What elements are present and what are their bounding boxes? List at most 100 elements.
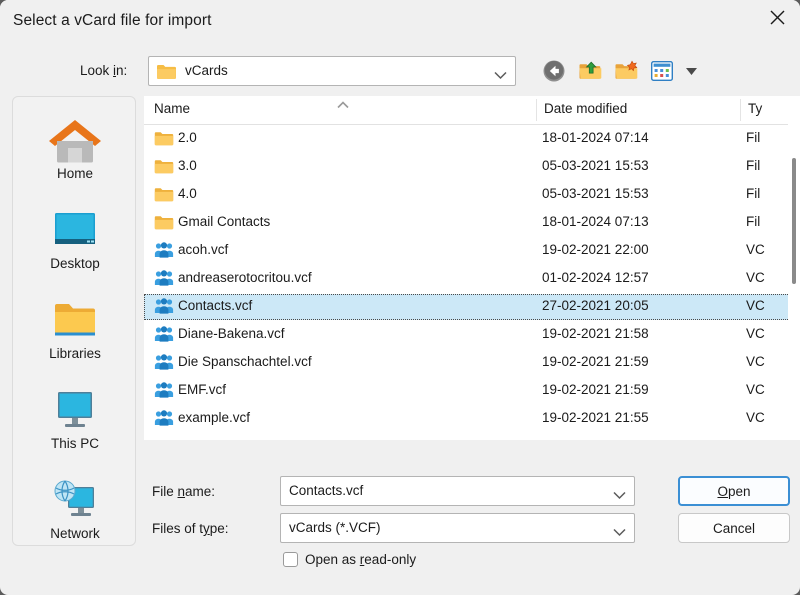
desktop-icon bbox=[13, 201, 137, 253]
file-name-value: Contacts.vcf bbox=[289, 483, 364, 498]
open-button[interactable]: Open bbox=[678, 476, 790, 506]
file-type: VC bbox=[746, 298, 765, 313]
file-type: Fil bbox=[746, 186, 761, 201]
file-date: 18-01-2024 07:13 bbox=[542, 214, 649, 229]
place-label: Network bbox=[50, 526, 100, 541]
file-list[interactable]: Name Date modified Ty 2.0 18-01-2024 07:… bbox=[144, 96, 800, 440]
file-name: 2.0 bbox=[178, 130, 197, 145]
file-name: EMF.vcf bbox=[178, 382, 227, 397]
file-date: 27-02-2021 20:05 bbox=[542, 298, 649, 313]
table-row[interactable]: 4.0 05-03-2021 15:53 Fil bbox=[144, 182, 800, 208]
chevron-down-icon[interactable] bbox=[613, 487, 626, 505]
folder-icon bbox=[154, 130, 174, 148]
new-folder-button[interactable] bbox=[612, 57, 640, 85]
place-label: Libraries bbox=[49, 346, 101, 361]
file-name: Gmail Contacts bbox=[178, 214, 271, 229]
file-name: 4.0 bbox=[178, 186, 197, 201]
table-row[interactable]: acoh.vcf 19-02-2021 22:00 VC bbox=[144, 238, 800, 264]
file-date: 19-02-2021 22:00 bbox=[542, 242, 649, 257]
toolbar bbox=[540, 57, 698, 85]
checkbox-label: Open as read-only bbox=[305, 552, 417, 567]
file-name-label: File name: bbox=[152, 484, 216, 499]
home-icon bbox=[13, 111, 137, 163]
file-type: VC bbox=[746, 270, 765, 285]
back-button[interactable] bbox=[540, 57, 568, 85]
table-row[interactable]: Gmail Contacts 18-01-2024 07:13 Fil bbox=[144, 210, 800, 236]
up-one-level-button[interactable] bbox=[576, 57, 604, 85]
vcard-contact-icon bbox=[154, 326, 174, 344]
table-row[interactable]: Diane-Bakena.vcf 19-02-2021 21:58 VC bbox=[144, 322, 800, 348]
vertical-scrollbar[interactable] bbox=[788, 124, 800, 440]
chevron-down-icon[interactable] bbox=[494, 67, 507, 85]
column-divider[interactable] bbox=[740, 99, 741, 121]
vcard-contact-icon bbox=[154, 382, 174, 400]
files-of-type-select[interactable]: vCards (*.VCF) bbox=[280, 513, 635, 543]
checkbox-box[interactable] bbox=[283, 552, 298, 567]
file-type: VC bbox=[746, 326, 765, 341]
close-icon bbox=[770, 10, 784, 24]
files-of-type-value: vCards (*.VCF) bbox=[289, 520, 381, 535]
table-row[interactable]: EMF.vcf 19-02-2021 21:59 VC bbox=[144, 378, 800, 404]
files-of-type-label: Files of type: bbox=[152, 521, 229, 536]
file-date: 19-02-2021 21:55 bbox=[542, 410, 649, 425]
table-row[interactable]: 3.0 05-03-2021 15:53 Fil bbox=[144, 154, 800, 180]
folder-icon bbox=[154, 214, 174, 232]
network-icon bbox=[13, 471, 137, 523]
place-label: Desktop bbox=[50, 256, 100, 271]
cancel-button[interactable]: Cancel bbox=[678, 513, 790, 543]
place-label: Home bbox=[56, 166, 93, 181]
open-read-only-checkbox[interactable]: Open as read-only bbox=[283, 552, 416, 567]
new-folder-icon bbox=[615, 60, 637, 79]
table-row[interactable]: 2.0 18-01-2024 07:14 Fil bbox=[144, 126, 800, 152]
table-row[interactable]: andreaserotocritou.vcf 01-02-2024 12:57 … bbox=[144, 266, 800, 292]
file-name-input[interactable]: Contacts.vcf bbox=[280, 476, 635, 506]
title-bar: Select a vCard file for import bbox=[0, 0, 800, 44]
place-home[interactable]: Home bbox=[13, 111, 137, 197]
file-name: andreaserotocritou.vcf bbox=[178, 270, 312, 285]
file-type: Fil bbox=[746, 158, 761, 173]
column-header-date-modified[interactable]: Date modified bbox=[544, 101, 627, 116]
views-button[interactable] bbox=[648, 57, 676, 85]
folder-icon bbox=[154, 158, 174, 176]
views-grid-icon bbox=[651, 61, 673, 81]
file-date: 19-02-2021 21:58 bbox=[542, 326, 649, 341]
vcard-contact-icon bbox=[154, 298, 174, 316]
file-name: 3.0 bbox=[178, 158, 197, 173]
column-header-name[interactable]: Name bbox=[154, 101, 190, 116]
column-divider[interactable] bbox=[536, 99, 537, 121]
place-libraries[interactable]: Libraries bbox=[13, 291, 137, 377]
vcard-contact-icon bbox=[154, 242, 174, 260]
folder-icon bbox=[156, 63, 177, 85]
file-list-header: Name Date modified Ty bbox=[144, 96, 800, 125]
file-name: Diane-Bakena.vcf bbox=[178, 326, 285, 341]
column-header-type[interactable]: Ty bbox=[748, 101, 762, 116]
place-this-pc[interactable]: This PC bbox=[13, 381, 137, 467]
file-type: Fil bbox=[746, 130, 761, 145]
file-type: VC bbox=[746, 242, 765, 257]
file-type: VC bbox=[746, 354, 765, 369]
back-arrow-icon bbox=[543, 60, 565, 82]
close-button[interactable] bbox=[754, 0, 800, 34]
views-dropdown-button[interactable] bbox=[684, 57, 698, 85]
places-bar: Home Desktop Libraries This PC Network bbox=[12, 96, 136, 546]
file-date: 01-02-2024 12:57 bbox=[542, 270, 649, 285]
place-desktop[interactable]: Desktop bbox=[13, 201, 137, 287]
scrollbar-thumb[interactable] bbox=[792, 158, 796, 284]
table-row[interactable]: Die Spanschachtel.vcf 19-02-2021 21:59 V… bbox=[144, 350, 800, 376]
look-in-combobox[interactable]: vCards bbox=[148, 56, 516, 86]
place-label: This PC bbox=[50, 436, 99, 451]
file-type: Fil bbox=[746, 214, 761, 229]
cancel-button-label: Cancel bbox=[712, 520, 756, 536]
caret-down-icon bbox=[685, 67, 697, 75]
look-in-label: Look in: bbox=[80, 63, 128, 78]
folder-icon bbox=[154, 186, 174, 204]
table-row-selected[interactable]: Contacts.vcf 27-02-2021 20:05 VC bbox=[144, 294, 800, 320]
chevron-down-icon[interactable] bbox=[613, 524, 626, 542]
file-name: example.vcf bbox=[178, 410, 251, 425]
file-date: 19-02-2021 21:59 bbox=[542, 354, 649, 369]
table-row[interactable]: example.vcf 19-02-2021 21:55 VC bbox=[144, 406, 800, 432]
file-name: acoh.vcf bbox=[178, 242, 229, 257]
file-date: 05-03-2021 15:53 bbox=[542, 186, 649, 201]
file-date: 18-01-2024 07:14 bbox=[542, 130, 649, 145]
place-network[interactable]: Network bbox=[13, 471, 137, 557]
